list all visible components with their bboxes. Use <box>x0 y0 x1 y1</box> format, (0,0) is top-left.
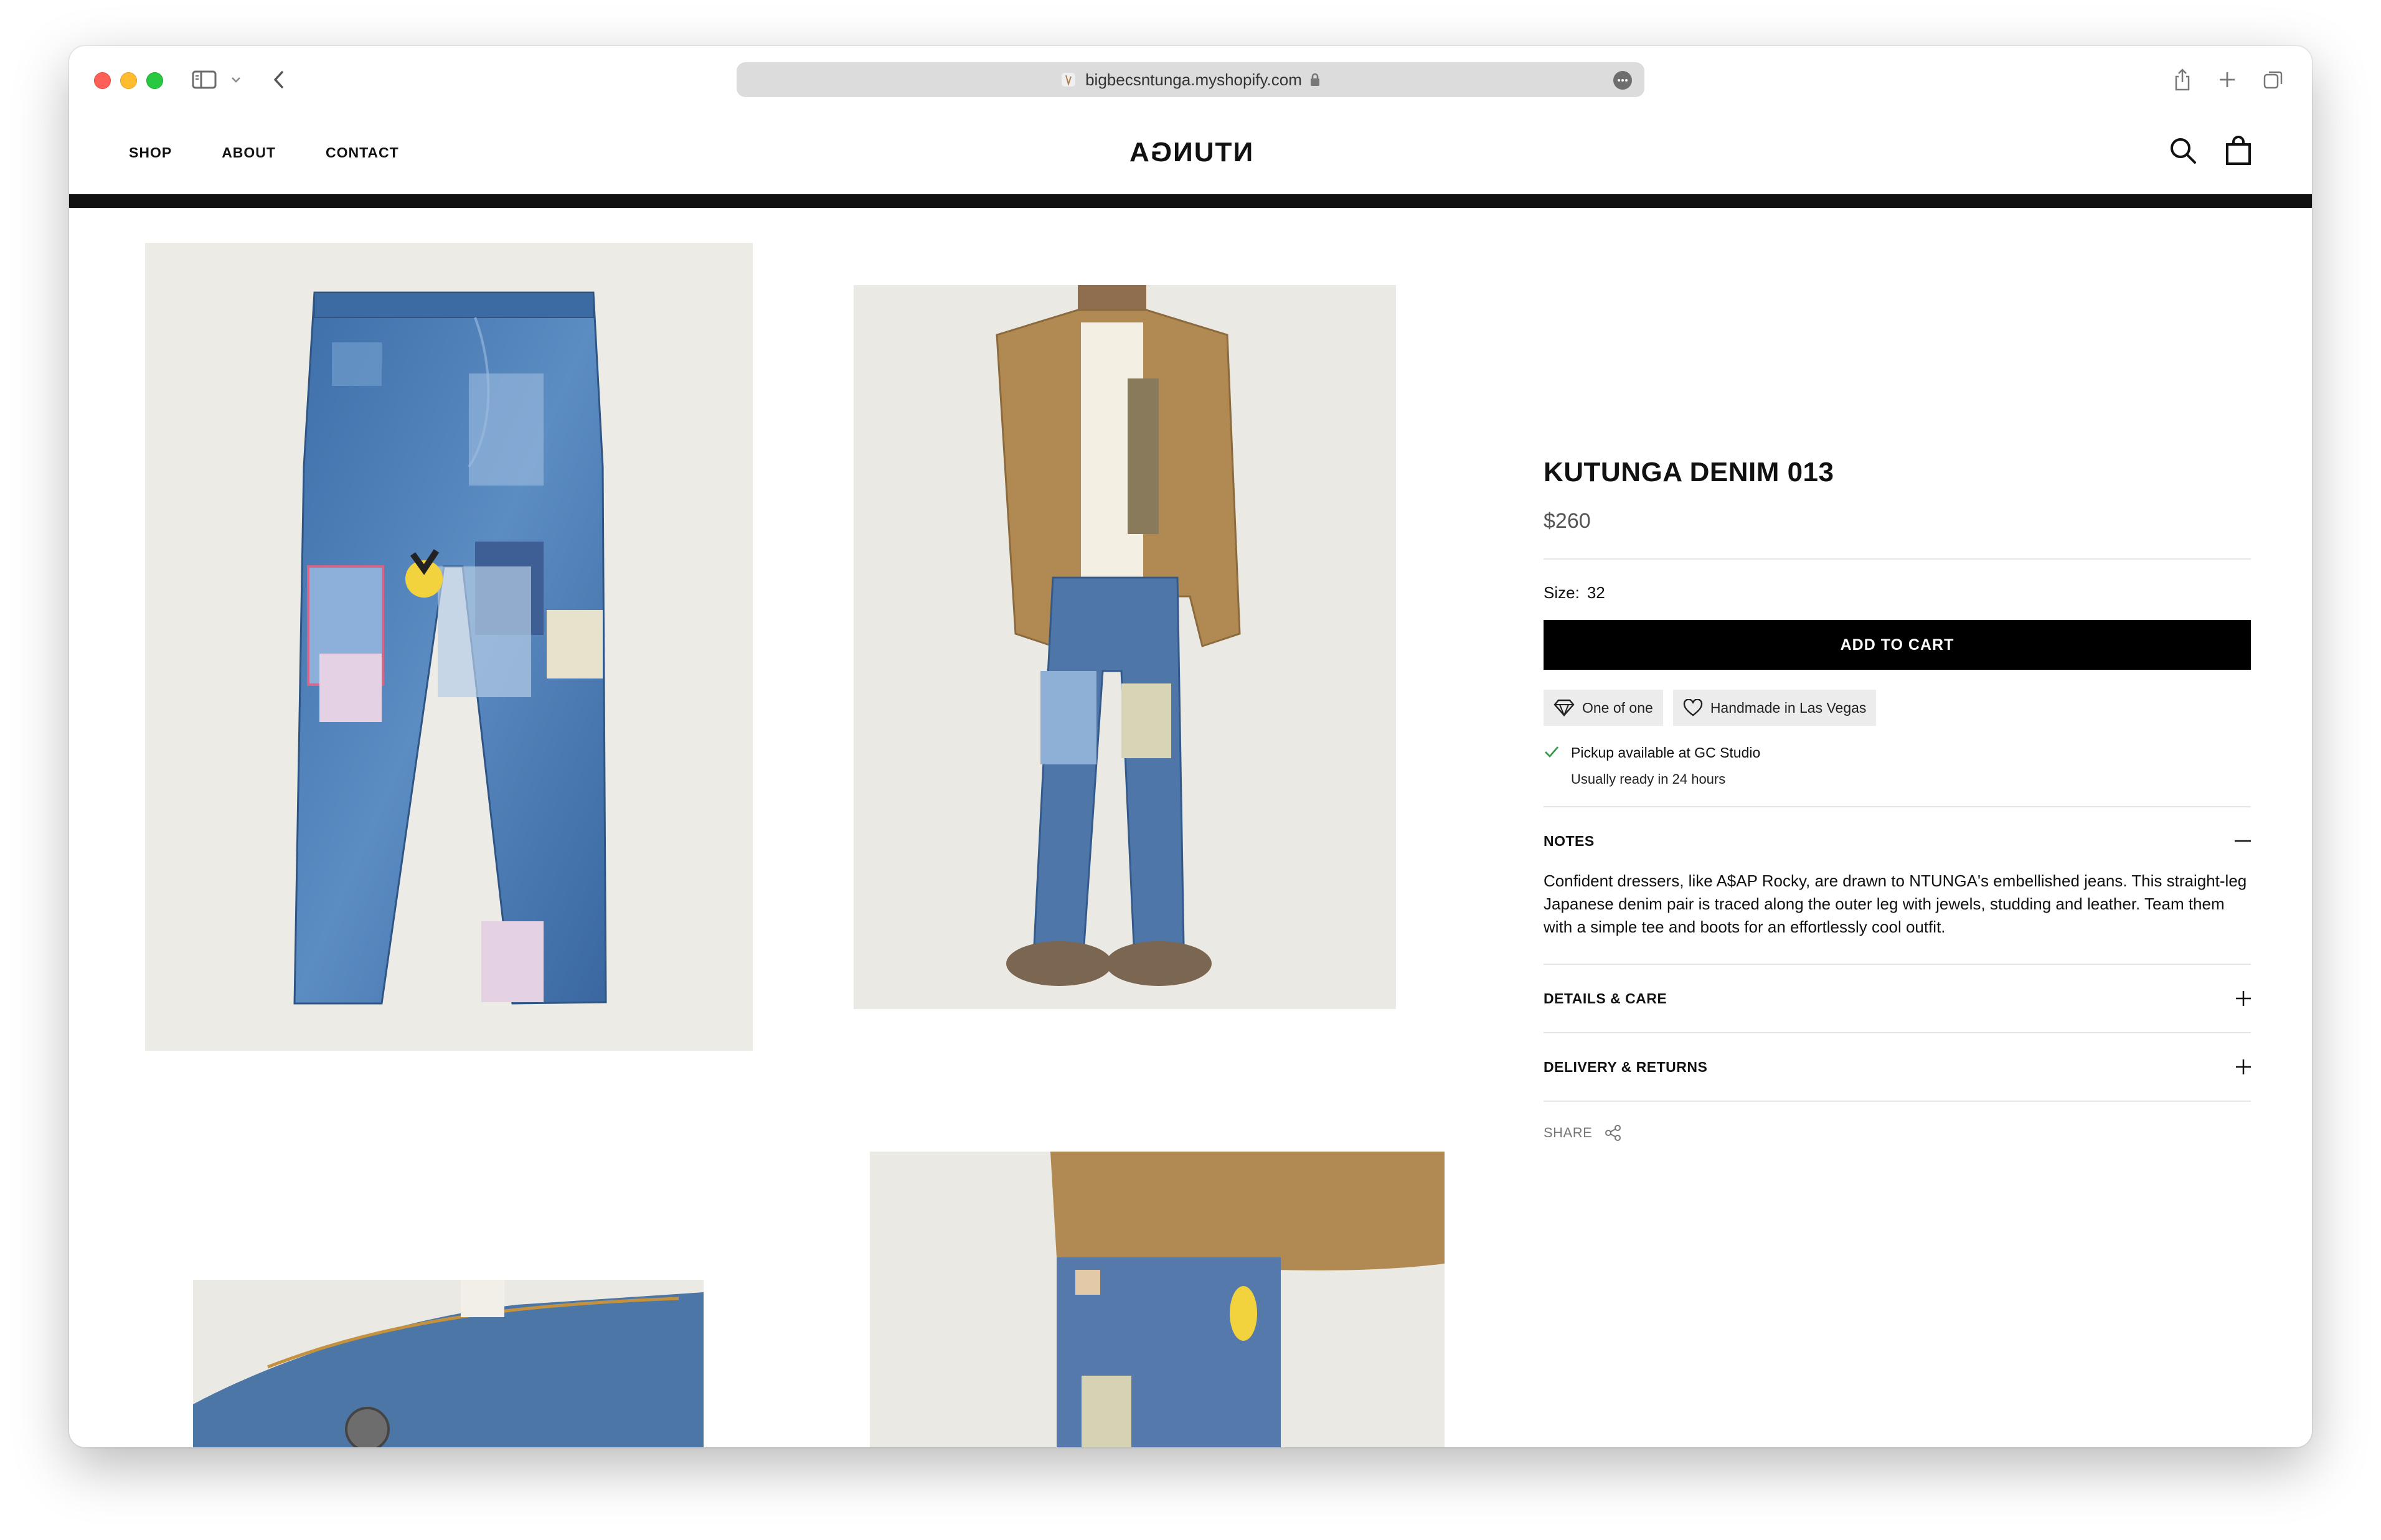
pickup-time: Usually ready in 24 hours <box>1571 771 1726 787</box>
accordion-delivery-header[interactable]: DELIVERY & RETURNS <box>1544 1033 2251 1101</box>
window-controls <box>94 72 163 89</box>
plus-icon[interactable] <box>2236 991 2251 1006</box>
site-logo-text: NTUNGA <box>1128 137 1253 167</box>
product-image-jeans-flat[interactable] <box>145 243 753 1051</box>
size-value: 32 <box>1587 583 1605 602</box>
product-info-panel: KUTUNGA DENIM 013 $260 Size: 32 ADD TO CA… <box>1544 457 2251 1142</box>
minimize-window-button[interactable] <box>120 72 137 89</box>
header-icons <box>2169 136 2252 169</box>
notes-label: NOTES <box>1544 832 1595 849</box>
share-nodes-icon <box>1605 1125 1621 1141</box>
share-button[interactable]: SHARE <box>1544 1124 2251 1142</box>
badge-handmade-label: Handmade in Las Vegas <box>1710 699 1867 716</box>
product-image-side-detail[interactable] <box>870 1152 1445 1447</box>
size-selector[interactable]: Size: 32 <box>1544 583 2251 603</box>
badge-handmade: Handmade in Las Vegas <box>1672 690 1877 726</box>
product-image-model-full[interactable] <box>854 285 1396 1009</box>
site-favicon-icon <box>1062 73 1076 87</box>
badge-one-of-one-label: One of one <box>1582 699 1653 716</box>
tab-overview-icon[interactable] <box>2261 65 2286 95</box>
accordion-details-header[interactable]: DETAILS & CARE <box>1544 965 2251 1032</box>
product-title: KUTUNGA DENIM 013 <box>1544 457 1834 487</box>
divider <box>1544 1101 2251 1102</box>
url-text: bigbecsntunga.myshopify.com <box>1085 70 1302 89</box>
plus-icon[interactable] <box>2236 1059 2251 1074</box>
header-divider-bar <box>69 194 2312 208</box>
share-label: SHARE <box>1544 1125 1593 1140</box>
browser-window: bigbecsntunga.myshopify.com SHOP ABOUT C… <box>69 46 2312 1447</box>
product-badges: One of one Handmade in Las Vegas <box>1544 690 2251 726</box>
site-logo[interactable]: NTUNGA <box>69 111 2312 194</box>
badge-one-of-one: One of one <box>1544 690 1663 726</box>
pickup-location: Pickup available at GC Studio <box>1571 744 1761 761</box>
chevron-down-icon[interactable] <box>229 65 243 95</box>
address-bar[interactable]: bigbecsntunga.myshopify.com <box>737 62 1644 97</box>
accordion-notes-header[interactable]: NOTES <box>1544 807 2251 875</box>
new-tab-icon[interactable] <box>2215 65 2240 95</box>
share-icon[interactable] <box>2170 65 2195 95</box>
add-to-cart-button[interactable]: ADD TO CART <box>1544 620 2251 670</box>
zoom-window-button[interactable] <box>146 72 163 89</box>
details-care-label: DETAILS & CARE <box>1544 990 1667 1007</box>
back-arrow-icon[interactable] <box>270 65 288 95</box>
cart-bag-icon[interactable] <box>2225 136 2252 169</box>
lock-icon <box>1310 73 1319 86</box>
search-icon[interactable] <box>2169 136 2197 168</box>
diamond-icon <box>1554 699 1575 716</box>
page-menu-icon[interactable] <box>1613 71 1632 90</box>
notes-description: Confident dressers, like A$AP Rocky, are… <box>1544 871 2247 936</box>
minus-icon[interactable] <box>2235 840 2251 842</box>
sidebar-toggle-icon[interactable] <box>189 65 220 95</box>
browser-toolbar: bigbecsntunga.myshopify.com <box>69 46 2312 111</box>
pickup-availability: Pickup available at GC Studio Usually re… <box>1544 744 2251 787</box>
delivery-returns-label: DELIVERY & RETURNS <box>1544 1058 1708 1075</box>
checkmark-icon <box>1545 746 1559 758</box>
site-header: SHOP ABOUT CONTACT NTUNGA <box>69 111 2312 194</box>
size-label: Size: <box>1544 583 1580 602</box>
close-window-button[interactable] <box>94 72 111 89</box>
heart-icon <box>1683 699 1703 716</box>
divider <box>1544 558 2251 560</box>
product-image-waistband-detail[interactable] <box>193 1280 704 1447</box>
product-price: $260 <box>1544 509 1591 533</box>
